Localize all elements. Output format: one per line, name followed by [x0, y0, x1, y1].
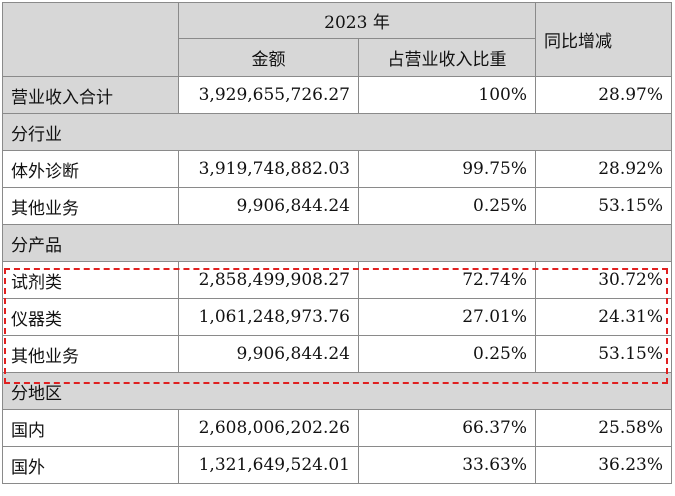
row-amount: 3,919,748,882.03 [178, 150, 359, 188]
section-header-product: 分产品 [1, 224, 673, 262]
row-amount: 2,608,006,202.26 [178, 409, 359, 447]
row-yoy: 24.31% [535, 298, 673, 336]
header-amount: 金额 [178, 38, 359, 77]
row-yoy: 53.15% [535, 335, 673, 373]
section-title: 分产品 [1, 224, 673, 262]
row-label: 体外诊断 [2, 150, 179, 188]
header-year: 2023 年 [177, 2, 537, 39]
row-yoy: 25.58% [535, 409, 673, 447]
row-yoy: 28.92% [535, 150, 673, 188]
row-ratio: 0.25% [357, 335, 537, 373]
total-row: 营业收入合计 3,929,655,726.27 100% 28.97% [2, 76, 673, 114]
header-ratio: 占营业收入比重 [357, 38, 537, 77]
section-title: 分地区 [1, 372, 673, 410]
row-yoy: 36.23% [535, 446, 673, 484]
row-amount: 9,906,844.24 [178, 187, 359, 225]
total-amount: 3,929,655,726.27 [178, 76, 359, 114]
row-ratio: 0.25% [357, 187, 537, 225]
row-ratio: 99.75% [357, 150, 537, 188]
row-ratio: 72.74% [357, 261, 537, 299]
header-yoy: 同比增减 [535, 2, 673, 77]
row-amount: 1,061,248,973.76 [178, 298, 359, 336]
total-ratio: 100% [357, 76, 537, 114]
row-label: 其他业务 [2, 335, 179, 373]
row-label: 仪器类 [2, 298, 179, 336]
section-title: 分行业 [1, 113, 673, 151]
row-label: 国内 [2, 409, 179, 447]
section-header-industry: 分行业 [1, 113, 673, 151]
row-ratio: 66.37% [357, 409, 537, 447]
row-yoy: 53.15% [535, 187, 673, 225]
table-row: 其他业务 9,906,844.24 0.25% 53.15% [2, 335, 673, 373]
row-amount: 1,321,649,524.01 [178, 446, 359, 484]
table-row: 仪器类 1,061,248,973.76 27.01% 24.31% [2, 298, 673, 336]
row-label: 试剂类 [2, 261, 179, 299]
table-row: 国外 1,321,649,524.01 33.63% 36.23% [2, 446, 673, 484]
row-amount: 9,906,844.24 [178, 335, 359, 373]
row-label: 国外 [2, 446, 179, 484]
total-label: 营业收入合计 [2, 76, 179, 114]
section-header-region: 分地区 [1, 372, 673, 410]
table-row: 体外诊断 3,919,748,882.03 99.75% 28.92% [2, 150, 673, 188]
row-ratio: 27.01% [357, 298, 537, 336]
row-amount: 2,858,499,908.27 [178, 261, 359, 299]
table-row: 其他业务 9,906,844.24 0.25% 53.15% [2, 187, 673, 225]
row-yoy: 30.72% [535, 261, 673, 299]
total-yoy: 28.97% [535, 76, 673, 114]
row-ratio: 33.63% [357, 446, 537, 484]
table-row: 国内 2,608,006,202.26 66.37% 25.58% [2, 409, 673, 447]
row-label: 其他业务 [2, 187, 179, 225]
table-row: 试剂类 2,858,499,908.27 72.74% 30.72% [2, 261, 673, 299]
revenue-table: 2023 年 同比增减 金额 占营业收入比重 营业收入合计 3,929,655,… [1, 2, 673, 484]
header-corner-cell [2, 2, 179, 77]
